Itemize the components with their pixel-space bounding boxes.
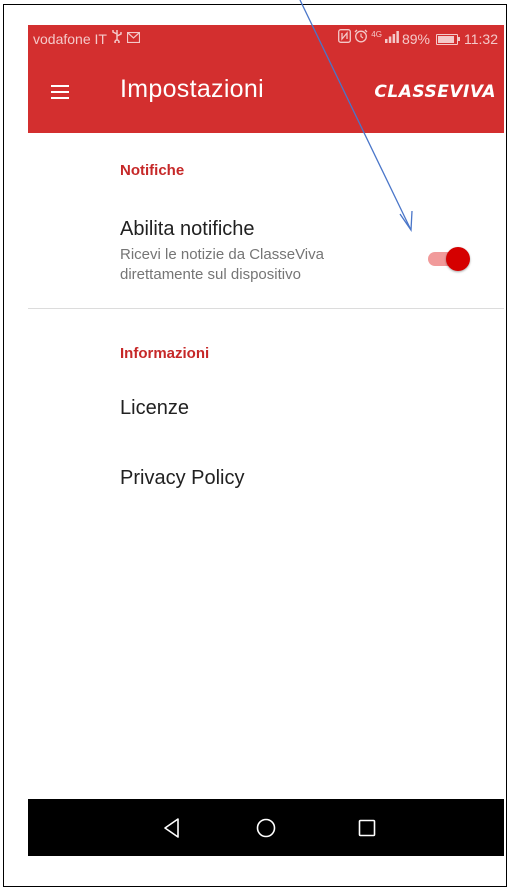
setting-title: Licenze xyxy=(120,397,189,419)
hamburger-menu-icon[interactable] xyxy=(48,78,76,106)
document-page: vodafone IT 4G 89% 11:32 Impostazioni CL… xyxy=(0,0,512,891)
setting-licenses[interactable]: Licenze xyxy=(28,380,504,440)
back-triangle-icon[interactable] xyxy=(159,815,185,841)
status-bar: vodafone IT 4G 89% 11:32 xyxy=(28,25,504,53)
usb-icon xyxy=(111,25,123,53)
status-time: 11:32 xyxy=(464,31,498,47)
toggle-thumb xyxy=(446,247,470,271)
recents-square-icon[interactable] xyxy=(354,815,380,841)
brand-text: CLASSEVIVA xyxy=(374,82,496,102)
status-right: 4G 89% 11:32 xyxy=(338,25,498,53)
battery-percent: 89% xyxy=(401,31,430,47)
alarm-icon xyxy=(354,25,368,53)
notifications-toggle[interactable] xyxy=(426,246,470,272)
navigation-bar xyxy=(28,799,504,856)
setting-title: Privacy Policy xyxy=(120,467,245,489)
phone-screen: vodafone IT 4G 89% 11:32 Impostazioni CL… xyxy=(28,25,504,856)
section-title-informazioni: Informazioni xyxy=(120,345,210,362)
network-4g-icon: 4G xyxy=(371,30,382,39)
home-circle-icon[interactable] xyxy=(253,815,279,841)
section-divider xyxy=(28,308,504,309)
carrier-label: vodafone IT xyxy=(33,31,107,47)
battery-icon xyxy=(436,33,460,45)
status-left: vodafone IT xyxy=(33,25,141,53)
signal-icon xyxy=(384,25,399,53)
section-title-notifiche: Notifiche xyxy=(120,162,185,179)
setting-title: Abilita notifiche xyxy=(120,218,255,240)
setting-privacy-policy[interactable]: Privacy Policy xyxy=(28,450,504,510)
mail-icon xyxy=(126,25,141,53)
nfc-icon xyxy=(338,25,352,53)
page-title: Impostazioni xyxy=(120,75,264,103)
setting-summary: Ricevi le notizie da ClasseViva direttam… xyxy=(120,246,324,283)
classeviva-logo: CLASSEVIVA xyxy=(374,82,496,102)
app-bar: Impostazioni CLASSEVIVA xyxy=(28,53,504,133)
